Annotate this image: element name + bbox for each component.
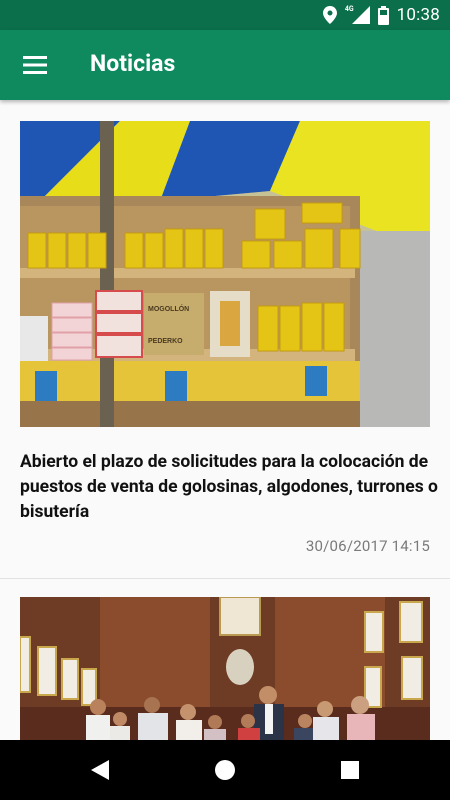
clock: 10:38 (396, 5, 440, 25)
news-list[interactable]: MOGOLLÓN PEDERKO Abierto el plazo de sol… (0, 100, 450, 740)
product-label-2: PEDERKO (148, 338, 183, 345)
app-bar: Noticias (0, 30, 450, 100)
signal-icon (351, 6, 370, 24)
news-image[interactable] (20, 597, 430, 740)
product-label-1: MOGOLLÓN (148, 304, 189, 313)
recents-button[interactable] (335, 755, 365, 785)
system-nav-bar (0, 740, 450, 800)
network-type: 4G (344, 5, 354, 13)
status-bar: 4G 10:38 (0, 0, 450, 30)
news-card[interactable] (0, 578, 450, 740)
news-card[interactable]: MOGOLLÓN PEDERKO Abierto el plazo de sol… (0, 100, 450, 578)
hamburger-menu-icon (23, 56, 47, 74)
sweets-stall-photo: MOGOLLÓN PEDERKO (20, 121, 430, 427)
news-date: 30/06/2017 14:15 (305, 537, 430, 555)
back-icon (91, 760, 109, 780)
home-icon (215, 760, 235, 780)
news-image[interactable]: MOGOLLÓN PEDERKO (20, 121, 430, 427)
recents-icon (341, 761, 359, 779)
home-button[interactable] (210, 755, 240, 785)
menu-button[interactable] (14, 45, 56, 85)
page-title: Noticias (90, 50, 176, 77)
back-button[interactable] (85, 755, 115, 785)
location-icon (322, 6, 337, 24)
battery-icon (377, 5, 389, 25)
news-title[interactable]: Abierto el plazo de solicitudes para la … (20, 450, 440, 525)
group-photo-town-hall (20, 597, 430, 740)
